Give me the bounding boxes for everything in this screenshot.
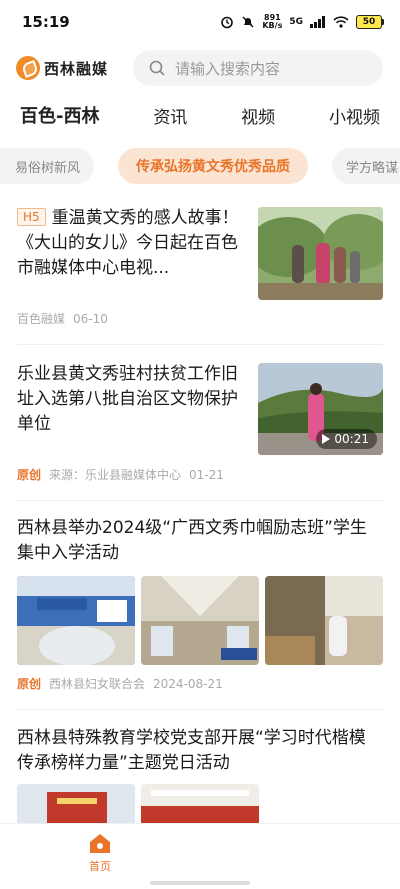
search-placeholder: 请输入搜索内容 [175,59,281,78]
tab-short-video[interactable]: 小视频 [329,103,380,128]
news-source: 来源：乐业县融媒体中心 [49,468,182,482]
net-speed-unit: KB/s [262,21,283,30]
divider [17,344,383,345]
logo-icon [16,56,40,80]
news-source: 百色融媒 [17,312,66,326]
news-thumbnail [258,207,383,300]
news-title: 西林县特殊教育学校党支部开展“学习时代楷模 传承榜样力量”主题党日活动 [17,728,366,773]
home-indicator [150,881,250,885]
news-item[interactable]: H5 重温黄文秀的感人故事！《大山的女儿》今日起在百色市融媒体中心电视... 百色… [17,206,383,331]
news-image-1 [17,784,135,824]
news-image-2 [141,576,259,665]
news-title: 乐业县黄文秀驻村扶贫工作旧址入选第八批自治区文物保护单位 [17,364,238,434]
battery-icon: 50 [356,15,384,29]
h5-tag: H5 [17,208,46,226]
video-duration-badge: 00:21 [316,429,377,449]
nav-home-label: 首页 [89,860,111,873]
news-source: 西林县妇女联合会 [49,677,146,691]
news-meta: 原创 来源：乐业县融媒体中心 01-21 [17,466,224,483]
topic-chips: 易俗树新风 传承弘扬黄文秀优秀品质 学方略谋 [0,148,400,186]
news-image-2 [141,784,259,824]
signal-type: 5G [289,17,303,27]
status-bar: 15:19 891 KB/s 5G 50 [0,0,400,44]
tab-baise-xilin[interactable]: 百色-西林 [20,102,99,128]
bottom-nav: 首页 [0,823,400,889]
news-date: 01-21 [189,467,224,482]
original-tag: 原创 [17,468,42,482]
news-meta: 百色融媒 06-10 [17,310,108,327]
divider [17,500,383,501]
news-title: 西林县举办2024级“广西文秀巾帼励志班”学生集中入学活动 [17,518,367,563]
search-input[interactable]: 请输入搜索内容 [133,50,384,86]
nav-home[interactable]: 首页 [80,832,120,874]
home-icon [90,834,110,853]
app-header: 西林融媒 请输入搜索内容 [0,48,400,88]
news-image-1 [17,576,135,665]
wifi-icon [333,16,349,28]
original-tag: 原创 [17,677,42,691]
channel-tabs: 百色-西林 资讯 视频 小视频 [0,98,400,132]
app-logo: 西林融媒 [16,56,108,80]
news-meta: 原创 西林县妇女联合会 2024-08-21 [17,675,223,692]
play-icon [322,434,331,444]
chip-label: 易俗树新风 [14,160,80,176]
chip-topic-1[interactable]: 易俗树新风 [0,148,94,184]
news-image-3 [265,576,383,665]
divider [17,709,383,710]
mute-bell-icon [242,16,254,28]
news-date: 2024-08-21 [153,676,223,691]
chip-topic-3[interactable]: 学方略谋 [332,148,400,184]
tab-video[interactable]: 视频 [241,103,275,128]
net-speed: 891 KB/s [262,14,282,30]
search-icon [149,60,165,76]
video-duration: 00:21 [334,432,369,446]
chip-topic-2[interactable]: 传承弘扬黄文秀优秀品质 [118,148,308,184]
battery-level: 50 [356,15,382,29]
news-item[interactable]: 乐业县黄文秀驻村扶贫工作旧址入选第八批自治区文物保护单位 原创 来源：乐业县融媒… [17,362,383,487]
logo-text: 西林融媒 [44,59,109,78]
signal-icon [310,16,325,28]
chip-label: 学方略谋 [346,160,399,176]
news-video-thumbnail[interactable]: 00:21 [258,363,383,455]
status-icons: 891 KB/s 5G 50 [220,14,384,30]
news-item[interactable]: 西林县特殊教育学校党支部开展“学习时代楷模 传承榜样力量”主题党日活动 [17,726,383,836]
news-date: 06-10 [73,311,108,326]
alarm-icon [221,16,234,29]
tab-news[interactable]: 资讯 [153,103,187,128]
chip-label: 传承弘扬黄文秀优秀品质 [136,159,290,175]
status-time: 15:19 [22,13,70,31]
news-title: H5 重温黄文秀的感人故事！《大山的女儿》今日起在百色市融媒体中心电视... [17,208,239,278]
news-item[interactable]: 西林县举办2024级“广西文秀巾帼励志班”学生集中入学活动 原创 西林县妇女联合… [17,516,383,696]
